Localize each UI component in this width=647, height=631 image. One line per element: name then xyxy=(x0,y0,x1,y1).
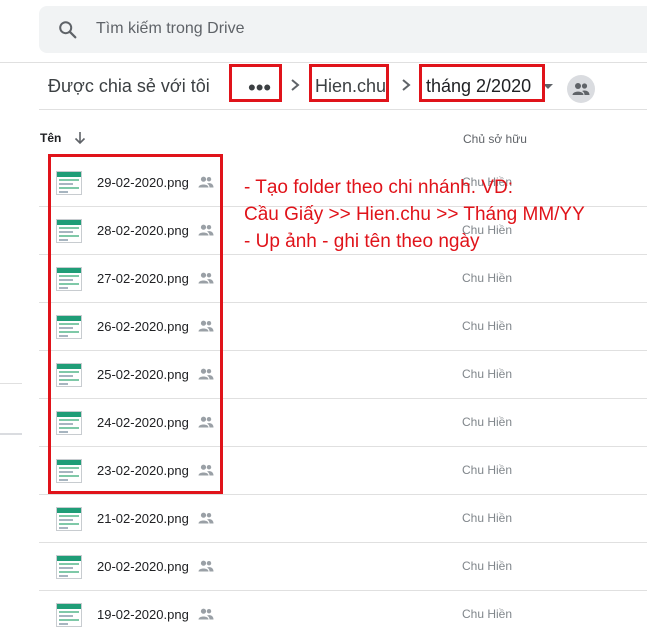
image-file-icon xyxy=(56,555,82,579)
column-header-name[interactable]: Tên xyxy=(40,131,61,145)
shared-folder-icon[interactable] xyxy=(567,75,595,103)
file-owner: Chu Hiền xyxy=(462,607,513,621)
file-row[interactable]: 21-02-2020.png Chu Hiền xyxy=(39,495,647,543)
divider xyxy=(0,383,22,384)
search-input[interactable]: Tìm kiếm trong Drive xyxy=(96,20,244,38)
annotation-line: - Tạo folder theo chi nhánh. VD: xyxy=(244,177,513,198)
file-owner: Chu Hiền xyxy=(462,559,513,573)
file-owner: Chu Hiền xyxy=(462,463,513,477)
arrow-down-icon[interactable] xyxy=(73,131,87,145)
file-owner: Chu Hiền xyxy=(462,271,513,285)
file-row[interactable]: 20-02-2020.png Chu Hiền xyxy=(39,543,647,591)
highlight-box-folder xyxy=(309,64,389,102)
shared-icon xyxy=(198,608,214,620)
breadcrumb-shared-with-me[interactable]: Được chia sẻ với tôi xyxy=(48,76,210,97)
highlight-box-files xyxy=(48,154,223,494)
search-icon[interactable] xyxy=(57,19,79,41)
column-header-owner[interactable]: Chủ sở hữu xyxy=(463,132,527,146)
file-owner: Chu Hiền xyxy=(462,367,513,381)
search-bar[interactable]: Tìm kiếm trong Drive xyxy=(39,6,647,53)
shared-icon xyxy=(198,512,214,524)
file-owner: Chu Hiền xyxy=(462,511,513,525)
file-row[interactable]: 19-02-2020.png Chu Hiền xyxy=(39,591,647,631)
annotation-line: Cầu Giấy >> Hien.chu >> Tháng MM/YY xyxy=(244,204,585,225)
file-owner: Chu Hiền xyxy=(462,415,513,429)
divider xyxy=(0,433,22,435)
file-name[interactable]: 20-02-2020.png xyxy=(97,559,189,574)
image-file-icon xyxy=(56,507,82,531)
chevron-right-icon xyxy=(402,79,411,91)
file-name[interactable]: 21-02-2020.png xyxy=(97,511,189,526)
chevron-right-icon xyxy=(291,79,300,91)
highlight-box-more xyxy=(229,64,282,102)
shared-icon xyxy=(198,560,214,572)
divider xyxy=(39,109,647,110)
file-owner: Chu Hiền xyxy=(462,319,513,333)
image-file-icon xyxy=(56,603,82,627)
annotation-note: - Tạo folder theo chi nhánh. VD: Cầu Giấy… xyxy=(244,174,644,255)
file-name[interactable]: 19-02-2020.png xyxy=(97,607,189,622)
highlight-box-current xyxy=(419,64,545,102)
annotation-line: - Up ảnh - ghi tên theo ngày xyxy=(244,231,480,252)
